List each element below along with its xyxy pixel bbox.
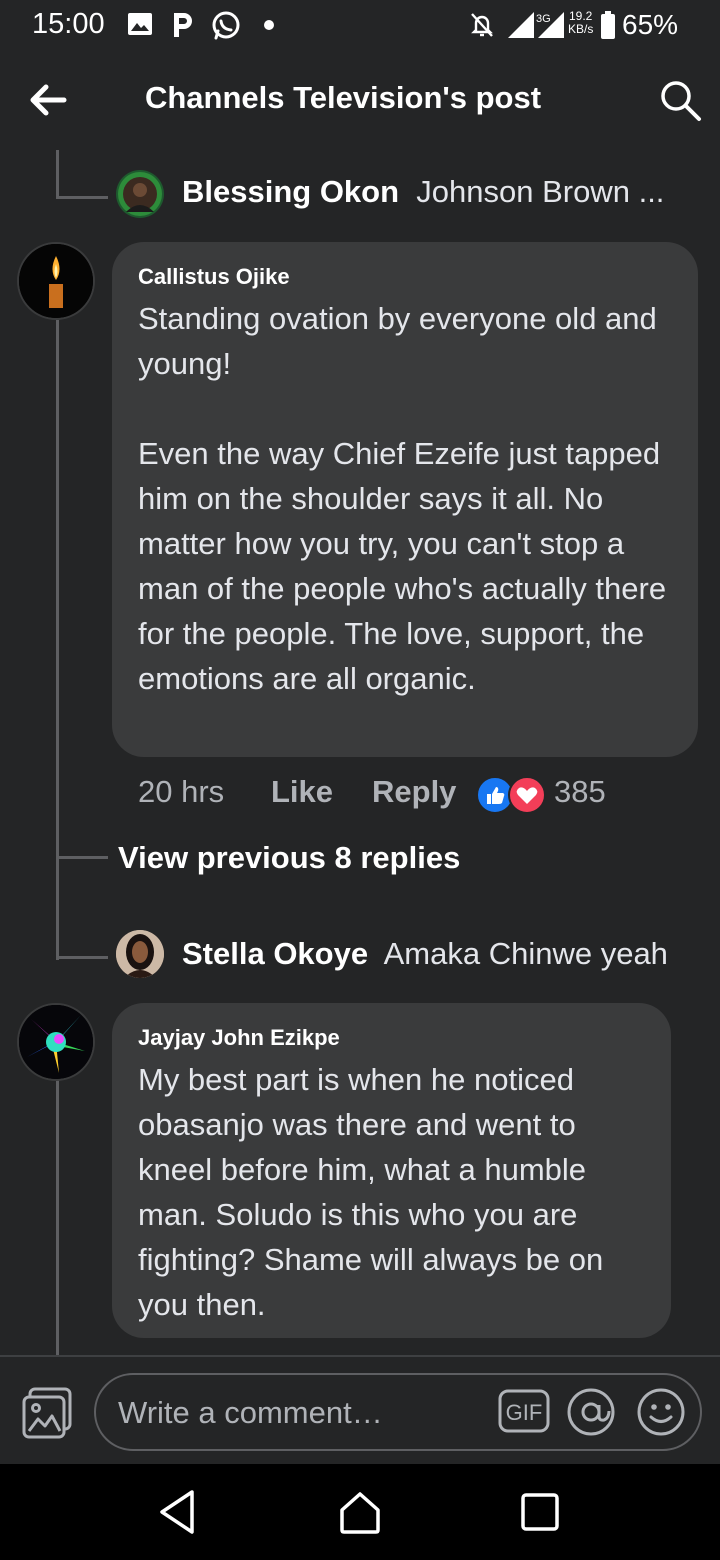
comment-time: 20 hrs (138, 774, 225, 809)
comment-author[interactable]: Jayjay John Ezikpe (138, 1025, 645, 1051)
reactions[interactable] (476, 776, 546, 814)
avatar[interactable] (17, 242, 95, 320)
thread-line (56, 196, 108, 199)
muted-bell-icon (471, 13, 493, 37)
notification-dot (264, 20, 274, 30)
collapsed-reply[interactable]: Blessing Okon Johnson Brown ... (182, 174, 664, 210)
gallery-icon (128, 13, 152, 35)
comment-composer: GIF (0, 1357, 720, 1464)
comment-bubble[interactable]: Jayjay John Ezikpe My best part is when … (112, 1003, 671, 1338)
comment-input[interactable] (116, 1375, 500, 1451)
love-icon (508, 776, 546, 814)
battery-icon (601, 11, 615, 39)
like-button[interactable]: Like (271, 774, 333, 810)
status-bar: 15:00 3G 19.2 KB/s 65% (0, 0, 720, 54)
reaction-count[interactable]: 385 (554, 774, 606, 810)
reply-preview: Johnson Brown ... (416, 174, 665, 209)
thread-line (56, 150, 59, 198)
navigation-bar (0, 1464, 720, 1560)
nav-back-icon[interactable] (152, 1486, 204, 1538)
p-icon (174, 13, 192, 37)
comment-input-container: GIF (94, 1373, 702, 1451)
comment-author[interactable]: Callistus Ojike (138, 264, 672, 290)
screen: 15:00 3G 19.2 KB/s 65% Channels Televisi… (0, 0, 720, 1560)
nav-recents-icon[interactable] (514, 1486, 566, 1538)
reply-button[interactable]: Reply (372, 774, 456, 810)
thread-line (56, 856, 108, 859)
emoji-icon[interactable] (636, 1387, 686, 1437)
search-icon[interactable] (656, 76, 704, 124)
thread-line (56, 320, 59, 960)
comment-text: Standing ovation by everyone old and you… (138, 301, 667, 696)
view-previous-replies-button[interactable]: View previous 8 replies (118, 840, 460, 876)
gif-button[interactable]: GIF (498, 1389, 550, 1433)
comment-bubble[interactable]: Callistus Ojike Standing ovation by ever… (112, 242, 698, 757)
page-title: Channels Television's post (144, 80, 542, 115)
thread-line (56, 1080, 59, 1355)
avatar[interactable] (116, 930, 164, 978)
network-speed: 19.2 KB/s (568, 9, 594, 36)
mention-icon[interactable] (566, 1387, 616, 1437)
collapsed-reply[interactable]: Stella Okoye Amaka Chinwe yeah (182, 936, 668, 972)
reply-author[interactable]: Stella Okoye (182, 936, 368, 971)
svg-text:GIF: GIF (506, 1400, 543, 1425)
avatar[interactable] (116, 170, 164, 218)
signal-icon: 3G (508, 12, 564, 38)
reply-preview: Amaka Chinwe yeah (383, 936, 668, 971)
nav-home-icon[interactable] (334, 1486, 386, 1538)
thread-line (56, 956, 108, 959)
status-time: 15:00 (32, 8, 105, 40)
avatar[interactable] (17, 1003, 95, 1081)
svg-text:3G: 3G (536, 13, 551, 25)
whatsapp-icon (212, 11, 240, 40)
reply-author[interactable]: Blessing Okon (182, 174, 399, 209)
battery-percent: 65% (622, 9, 679, 40)
app-header: Channels Television's post (0, 60, 720, 140)
photo-icon[interactable] (20, 1385, 76, 1441)
comment-text: My best part is when he noticed obasanjo… (138, 1062, 612, 1322)
